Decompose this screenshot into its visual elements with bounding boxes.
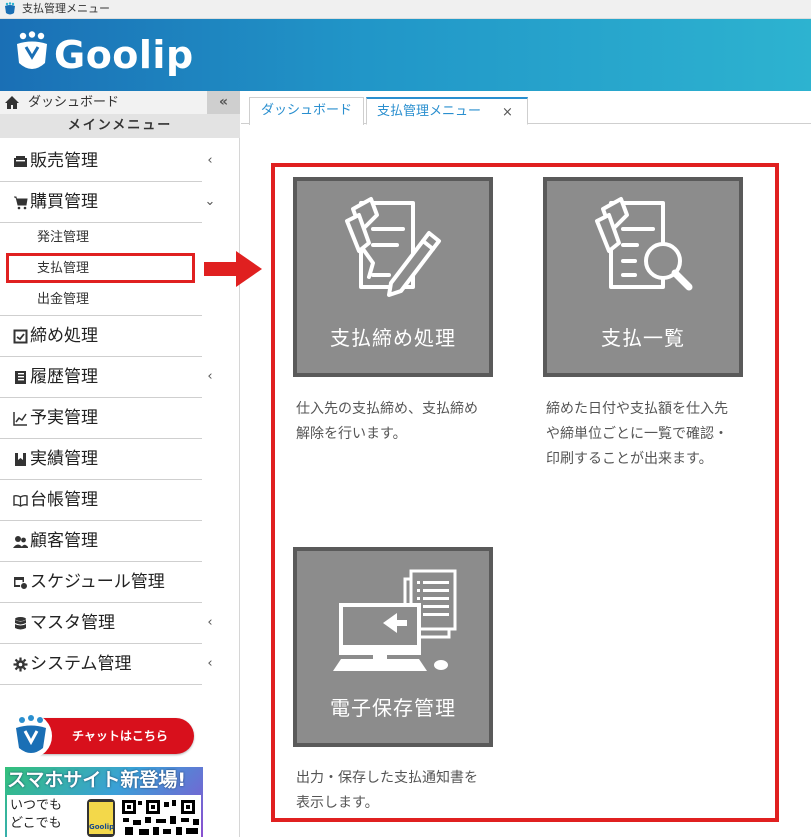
chevron-left-icon[interactable]: ‹ [202,615,218,631]
computer-document-icon [333,569,457,671]
chevron-left-icon[interactable]: ‹ [202,656,218,672]
close-icon[interactable]: × [502,100,513,126]
sidebar-subitem-withdrawal[interactable]: 出金管理 [0,284,202,315]
line-chart-icon [13,412,27,426]
tab-payment-menu[interactable]: 支払管理メニュー × [366,97,528,125]
users-icon [13,536,28,548]
description-line: 締めた日付や支払額を仕入先 [546,401,728,417]
smartphone-banner-line: いつでも [10,798,63,813]
chat-button-label: チャットはこちら [72,729,168,743]
description-line: 解除を行います。 [296,426,407,442]
sidebar-item-customers[interactable]: 顧客管理 [0,521,202,562]
chevron-left-icon[interactable]: ‹ [202,369,218,385]
tab-dashboard[interactable]: ダッシュボード [249,97,364,125]
chevron-down-icon[interactable]: ⌄ [202,194,218,210]
book-icon [15,371,26,384]
sidebar-item-history[interactable]: 履歴管理 ‹ [0,357,213,398]
arrow-right-icon [204,251,262,287]
calendar-clock-icon [14,577,28,590]
tab-label: 支払管理メニュー [377,104,482,119]
sidebar-item-label: 履歴管理 [30,367,98,387]
smartphone-banner-title: スマホサイト新登場! [7,769,187,791]
description-line: や締単位ごとに一覧で確認・ [546,426,728,442]
sidebar-item-label: マスタ管理 [30,613,115,633]
tile-label: 支払締め処理 [330,326,456,350]
tile-label: 支払一覧 [601,326,685,350]
sidebar-item-purchasing[interactable]: 購買管理 ⌄ [0,182,215,223]
sidebar-item-label: 顧客管理 [30,531,98,551]
tab-bar: ダッシュボード 支払管理メニュー × [241,91,811,125]
description-line: 印刷することが出来ます。 [546,451,713,467]
cart-icon [14,196,28,210]
tile-electronic-storage[interactable]: 電子保存管理 [293,547,493,747]
sidebar-item-ledger[interactable]: 台帳管理 [0,480,202,521]
checkbox-icon [13,329,28,344]
smartphone-icon: Goolip [87,799,115,837]
sidebar-item-sales[interactable]: 販売管理 ‹ [0,141,213,182]
description-line: 仕入先の支払締め、支払締め [296,401,478,417]
sidebar-dashboard-link[interactable]: ダッシュボード [0,91,240,114]
brand-logo-text: Goolip [54,33,194,77]
tile-description: 仕入先の支払締め、支払締め 解除を行います。 [296,397,478,447]
gear-icon [13,657,28,672]
sidebar-item-results[interactable]: 実績管理 [0,439,202,480]
sidebar-item-forecast[interactable]: 予実管理 [0,398,202,439]
goolip-mascot-icon [10,714,52,758]
sidebar-item-label: 購買管理 [30,192,98,212]
sidebar-subitem-label: 出金管理 [37,292,90,307]
chevron-left-icon[interactable]: ‹ [202,153,218,169]
sidebar-subitem-label: 発注管理 [37,230,90,245]
sidebar-item-label: 実績管理 [30,449,98,469]
sidebar-item-master[interactable]: マスタ管理 ‹ [0,603,213,644]
payment-search-icon [595,197,693,291]
main-menu-header: メインメニュー [0,114,240,138]
smartphone-banner-body: いつでも どこでも Goolip [7,795,201,837]
goolip-logo-icon [5,2,15,15]
tile-description: 出力・保存した支払通知書を 表示します。 [296,766,478,816]
smartphone-screen-label: Goolip [89,802,114,834]
window-title-bar: 支払管理メニュー [0,0,811,19]
sidebar-collapse-button[interactable]: « [207,91,240,114]
tile-payment-closing[interactable]: 支払締め処理 [293,177,493,377]
chat-banner[interactable]: チャットはこちら [10,714,194,758]
sidebar-item-label: 予実管理 [30,408,98,428]
sidebar-subitem-order[interactable]: 発注管理 [0,222,202,253]
bookmark-icon [15,453,26,466]
qr-code-icon [121,799,201,837]
sidebar-item-schedule[interactable]: スケジュール管理 [0,562,202,603]
sidebar-item-label: 販売管理 [30,151,98,171]
sidebar-item-closing[interactable]: 締め処理 [0,316,202,357]
highlight-box [6,253,195,283]
description-line: 出力・保存した支払通知書を [296,770,478,786]
tile-label: 電子保存管理 [330,696,456,720]
home-icon [5,96,19,109]
payment-close-icon [345,197,441,297]
sidebar-item-label: スケジュール管理 [30,572,165,592]
database-icon [14,617,27,630]
sidebar: ダッシュボード « メインメニュー 販売管理 ‹ 購買管理 ⌄ 発注管理 支払管… [0,91,240,837]
sidebar-item-label: 台帳管理 [30,490,98,510]
smartphone-site-banner[interactable]: スマホサイト新登場! いつでも どこでも Goolip [5,767,203,837]
register-icon [14,156,27,167]
dashboard-label: ダッシュボード [28,95,120,110]
app-header: Goolip [0,19,811,91]
sidebar-item-label: 締め処理 [30,326,98,346]
smartphone-banner-line: どこでも [10,816,62,831]
tile-payment-list[interactable]: 支払一覧 [543,177,743,377]
sidebar-item-system[interactable]: システム管理 ‹ [0,644,213,685]
description-line: 表示します。 [296,795,379,811]
window-title: 支払管理メニュー [22,2,110,15]
goolip-logo-mark-icon [17,31,47,69]
open-book-icon [13,494,28,507]
tile-description: 締めた日付や支払額を仕入先 や締単位ごとに一覧で確認・ 印刷することが出来ます。 [546,397,728,472]
sidebar-item-label: システム管理 [30,654,132,674]
